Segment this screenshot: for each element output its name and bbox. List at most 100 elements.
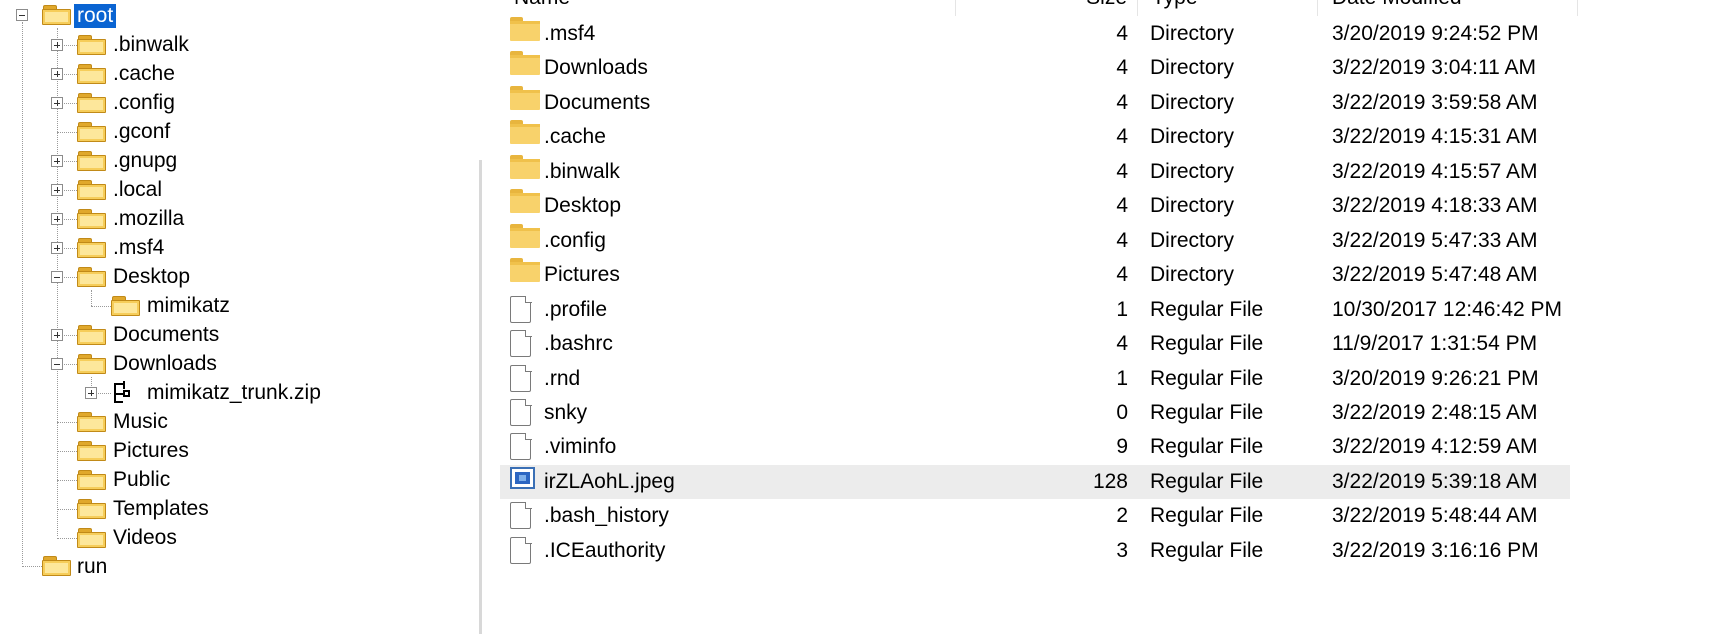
folder-icon [77,527,107,549]
file-row[interactable]: snky 0 Regular File 3/22/2019 2:48:15 AM [500,396,1570,430]
tree-item-label: Downloads [113,352,217,375]
folder-icon [77,63,107,85]
file-name: .bash_history [544,504,669,528]
folder-icon [77,498,107,520]
file-date: 3/22/2019 4:15:57 AM [1332,159,1538,183]
tree-item-label: Documents [113,323,220,346]
file-row[interactable]: .bashrc 4 Regular File 11/9/2017 1:31:54 PM [500,327,1570,361]
tree-connector [57,480,77,481]
file-size: 4 [1116,263,1128,287]
tree-item-label: .binwalk [113,33,189,56]
file-date: 3/22/2019 5:47:48 AM [1332,263,1538,287]
expand-icon[interactable] [51,97,63,109]
file-size: 128 [1092,469,1128,493]
file-row[interactable]: Downloads 4 Directory 3/22/2019 3:04:11 AM [500,51,1570,85]
folder-icon [77,411,107,433]
folder-tree[interactable]: root .binwalk .cache .config .gconf .gnupg .l… [0,0,470,634]
file-row[interactable]: .profile 1 Regular File 10/30/2017 12:46:42… [500,293,1570,327]
file-row[interactable]: Pictures 4 Directory 3/22/2019 5:47:48 AM [500,258,1570,292]
file-type: Regular File [1150,504,1264,528]
file-date: 10/30/2017 12:46:42 PM [1332,297,1563,321]
file-list[interactable]: Name Size Type Date Modified .msf4 4 Direc… [500,0,1730,634]
tree-connector [91,290,92,306]
file-size: 1 [1116,366,1128,390]
file-row[interactable]: Documents 4 Directory 3/22/2019 3:59:58 AM [500,85,1570,120]
tree-item-label: mimikatz [147,294,230,317]
file-name: Documents [544,90,651,114]
file-row[interactable]: .cache 4 Directory 3/22/2019 4:15:31 AM [500,120,1570,154]
expand-icon[interactable] [51,184,63,196]
tree-item-label: root [74,4,117,28]
file-type: Directory [1150,56,1235,80]
folder-icon [42,4,72,26]
file-name: snky [544,400,588,424]
file-name: .viminfo [544,435,617,459]
tree-item-label: .cache [113,62,175,85]
collapse-icon[interactable] [51,358,63,370]
file-row[interactable]: .msf4 4 Directory 3/20/2019 9:24:52 PM [500,17,1570,51]
file-date: 3/22/2019 5:48:44 AM [1332,504,1538,528]
tree-item-label: mimikatz_trunk.zip [147,381,321,404]
file-date: 3/22/2019 5:47:33 AM [1332,228,1538,252]
folder-icon [77,121,107,143]
collapse-icon[interactable] [51,271,63,283]
file-date: 3/22/2019 3:16:16 PM [1332,538,1539,562]
file-name: Downloads [544,56,648,80]
collapse-icon[interactable] [16,9,28,21]
file-row[interactable]: .config 4 Directory 3/22/2019 5:47:33 AM [500,223,1570,258]
file-type: Directory [1150,263,1235,287]
file-type: Regular File [1150,469,1264,493]
column-header-type[interactable]: Type [1138,0,1318,16]
file-type: Directory [1150,194,1235,218]
folder-icon [77,440,107,462]
file-row[interactable]: .bash_history 2 Regular File 3/22/2019 5:48… [500,499,1570,533]
tree-connector [91,306,111,307]
file-row[interactable]: .binwalk 4 Directory 3/22/2019 4:15:57 AM [500,154,1570,189]
file-type: Regular File [1150,538,1264,562]
file-row[interactable]: Desktop 4 Directory 3/22/2019 4:18:33 AM [500,189,1570,223]
file-size: 0 [1116,400,1128,424]
file-row[interactable]: .viminfo 9 Regular File 3/22/2019 4:12:59 A… [500,430,1570,464]
tree-item-label: .gconf [113,120,171,143]
column-header-date[interactable]: Date Modified [1318,0,1578,16]
expand-icon[interactable] [51,39,63,51]
file-date: 3/20/2019 9:24:52 PM [1332,22,1539,45]
tree-item-label: run [77,555,108,578]
file-date: 3/22/2019 3:04:11 AM [1332,56,1536,80]
file-type: Regular File [1150,297,1264,321]
file-size: 9 [1116,435,1128,459]
tree-item-label: .local [113,178,163,201]
expand-icon[interactable] [51,68,63,80]
folder-icon [42,555,72,577]
file-name: .config [544,228,606,252]
folder-icon [77,208,107,230]
file-name: .rnd [544,366,581,390]
tree-item-label: .mozilla [113,207,185,230]
tree-item-label: .config [113,91,175,114]
file-row[interactable]: .rnd 1 Regular File 3/20/2019 9:26:21 PM [500,362,1570,396]
column-header-size[interactable]: Size [956,0,1138,16]
file-name: .ICEauthority [544,538,666,562]
expand-icon[interactable] [51,329,63,341]
expand-icon[interactable] [51,242,63,254]
pane-splitter[interactable] [479,160,482,634]
tree-item-label: Videos [113,526,177,549]
file-row[interactable]: irZLAohL.jpeg 128 Regular File 3/22/2019 5:… [500,464,1570,499]
folder-icon [77,92,107,114]
column-header-name[interactable]: Name [500,0,956,16]
folder-icon [77,469,107,491]
expand-icon[interactable] [51,213,63,225]
file-type: Regular File [1150,366,1264,390]
file-date: 3/22/2019 3:59:58 AM [1332,90,1538,114]
file-size: 2 [1116,504,1128,528]
file-row[interactable]: .ICEauthority 3 Regular File 3/22/2019 3:16… [500,534,1570,568]
file-type: Regular File [1150,400,1264,424]
file-date: 3/22/2019 4:15:31 AM [1332,125,1538,149]
file-size: 1 [1116,297,1128,321]
file-size: 4 [1116,22,1128,45]
file-size: 4 [1116,56,1128,80]
expand-icon[interactable] [85,387,97,399]
expand-icon[interactable] [51,155,63,167]
file-name: .binwalk [544,159,620,183]
tree-item-label: Public [113,468,171,491]
